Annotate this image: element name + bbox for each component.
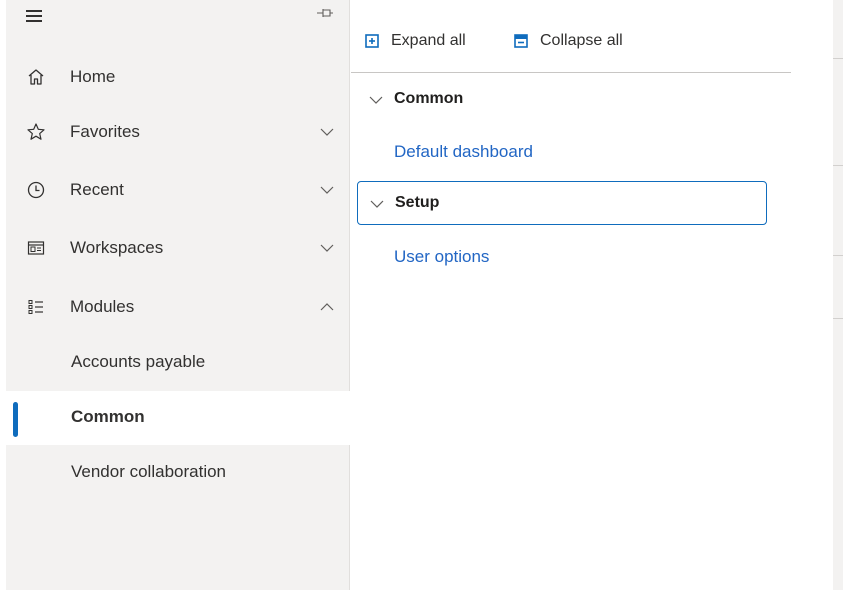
group-header-setup[interactable]: Setup [357, 181, 767, 225]
selection-indicator [13, 402, 18, 437]
expand-all-button[interactable]: Expand all [365, 26, 466, 56]
collapse-all-label: Collapse all [540, 32, 623, 49]
module-item-label: Accounts payable [71, 352, 206, 371]
nav-item-label: Favorites [70, 122, 140, 141]
group-title: Setup [395, 194, 440, 211]
chevron-down-icon[interactable] [320, 125, 334, 139]
nav-item-label: Workspaces [70, 238, 164, 257]
workspaces-icon [26, 238, 46, 258]
expand-all-label: Expand all [391, 32, 466, 49]
nav-item-recent[interactable]: Recent [6, 163, 350, 217]
hamburger-menu-icon[interactable] [26, 10, 42, 22]
collapse-all-button[interactable]: Collapse all [514, 26, 623, 56]
home-icon [26, 67, 46, 87]
module-item-accounts-payable[interactable]: Accounts payable [6, 336, 350, 390]
nav-item-label: Modules [70, 297, 135, 316]
toolbar-divider [351, 72, 791, 73]
chevron-down-icon[interactable] [320, 241, 334, 255]
module-item-common[interactable]: Common [6, 391, 350, 445]
pin-icon[interactable] [316, 6, 334, 20]
chevron-up-icon[interactable] [320, 300, 334, 314]
module-item-label: Common [71, 407, 145, 426]
nav-header [6, 0, 350, 36]
background-page-edge [833, 0, 843, 590]
chevron-down-icon [370, 197, 384, 216]
module-content-panel: Expand all Collapse all Common Default d… [351, 0, 833, 590]
nav-item-label: Home [70, 67, 116, 86]
navigation-pane: Home Favorites Recent Workspaces Modules… [6, 0, 350, 590]
nav-item-favorites[interactable]: Favorites [6, 105, 350, 159]
link-user-options[interactable]: User options [394, 247, 489, 267]
expand-all-icon [365, 34, 379, 48]
collapse-all-icon [514, 34, 528, 48]
chevron-down-icon [369, 93, 383, 112]
nav-item-home[interactable]: Home [6, 50, 350, 104]
nav-item-label: Recent [70, 180, 124, 199]
module-item-label: Vendor collaboration [71, 462, 227, 481]
toolbar: Expand all Collapse all [351, 22, 791, 60]
chevron-down-icon[interactable] [320, 183, 334, 197]
nav-item-workspaces[interactable]: Workspaces [6, 221, 350, 275]
link-default-dashboard[interactable]: Default dashboard [394, 142, 533, 162]
group-header-common[interactable]: Common [357, 78, 767, 122]
clock-icon [26, 180, 46, 200]
star-icon [26, 122, 46, 142]
nav-item-modules[interactable]: Modules [6, 280, 350, 334]
module-item-vendor-collaboration[interactable]: Vendor collaboration [6, 446, 350, 500]
modules-icon [26, 297, 46, 317]
group-title: Common [394, 90, 464, 107]
